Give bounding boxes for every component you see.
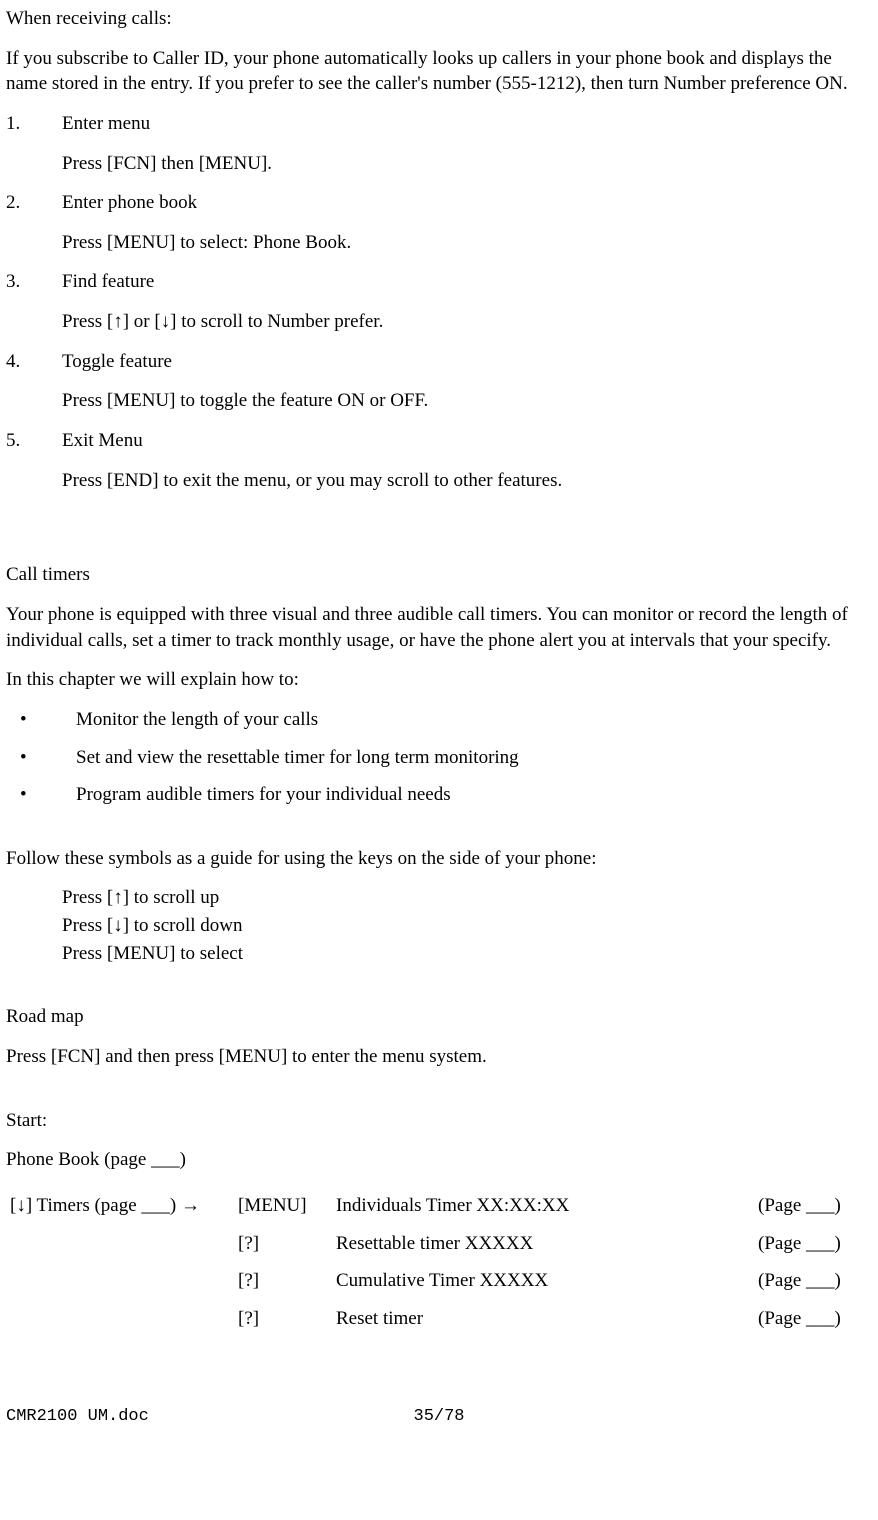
symbol-line: Press [↓] to scroll down [62, 913, 872, 939]
key-cell: [?] [234, 1300, 332, 1338]
bullet-text: Set and view the resettable timer for lo… [76, 745, 519, 771]
table-row: [?] Cumulative Timer XXXXX (Page ___) [6, 1262, 872, 1300]
key-cell: [MENU] [234, 1187, 332, 1225]
step-title: Enter menu [62, 111, 150, 137]
roadmap-title: Road map [6, 1004, 872, 1030]
step-4: 4. Toggle feature Press [MENU] to toggle… [6, 349, 872, 414]
bullet-text: Monitor the length of your calls [76, 707, 318, 733]
step-number: 3. [6, 269, 62, 295]
bullet-item: • Program audible timers for your indivi… [6, 782, 872, 808]
step-1: 1. Enter menu Press [FCN] then [MENU]. [6, 111, 872, 176]
page-cell: (Page ___) [754, 1262, 872, 1300]
key-cell: [?] [234, 1262, 332, 1300]
start-label: Start: [6, 1108, 872, 1134]
step-3: 3. Find feature Press [↑] or [↓] to scro… [6, 269, 872, 334]
section-1-intro: If you subscribe to Caller ID, your phon… [6, 46, 872, 97]
step-desc: Press [FCN] then [MENU]. [62, 151, 872, 177]
step-desc: Press [↑] or [↓] to scroll to Number pre… [62, 309, 872, 335]
page-cell: (Page ___) [754, 1225, 872, 1263]
footer-page-number: 35/78 [295, 1406, 584, 1429]
bullet-icon: • [6, 707, 76, 733]
step-desc: Press [END] to exit the menu, or you may… [62, 468, 872, 494]
step-number: 2. [6, 190, 62, 216]
step-title: Exit Menu [62, 428, 143, 454]
phonebook-line: Phone Book (page ___) [6, 1147, 872, 1173]
key-cell: [?] [234, 1225, 332, 1263]
bullet-icon: • [6, 782, 76, 808]
bullet-icon: • [6, 745, 76, 771]
bullet-item: • Monitor the length of your calls [6, 707, 872, 733]
bullet-item: • Set and view the resettable timer for … [6, 745, 872, 771]
step-title: Find feature [62, 269, 154, 295]
roadmap-intro: Press [FCN] and then press [MENU] to ent… [6, 1044, 872, 1070]
symbols-block: Press [↑] to scroll up Press [↓] to scro… [62, 885, 872, 966]
section-2-title: Call timers [6, 562, 872, 588]
explain-intro: In this chapter we will explain how to: [6, 667, 872, 693]
bullet-text: Program audible timers for your individu… [76, 782, 451, 808]
item-cell: Cumulative Timer XXXXX [332, 1262, 754, 1300]
step-desc: Press [MENU] to toggle the feature ON or… [62, 388, 872, 414]
step-number: 4. [6, 349, 62, 375]
table-row: [?] Reset timer (Page ___) [6, 1300, 872, 1338]
page-cell: (Page ___) [754, 1300, 872, 1338]
roadmap-table: [↓] Timers (page ___) → [MENU] Individua… [6, 1187, 872, 1338]
item-cell: Resettable timer XXXXX [332, 1225, 754, 1263]
symbol-line: Press [↑] to scroll up [62, 885, 872, 911]
step-number: 5. [6, 428, 62, 454]
section-2-intro: Your phone is equipped with three visual… [6, 602, 872, 653]
item-cell: Individuals Timer XX:XX:XX [332, 1187, 754, 1225]
footer-filename: CMR2100 UM.doc [6, 1406, 295, 1429]
section-1-steps: 1. Enter menu Press [FCN] then [MENU]. 2… [6, 111, 872, 493]
step-2: 2. Enter phone book Press [MENU] to sele… [6, 190, 872, 255]
chapter-bullets: • Monitor the length of your calls • Set… [6, 707, 872, 808]
section-1-title: When receiving calls: [6, 6, 872, 32]
page-cell: (Page ___) [754, 1187, 872, 1225]
symbol-line: Press [MENU] to select [62, 941, 872, 967]
page-footer: CMR2100 UM.doc 35/78 [6, 1406, 872, 1429]
nav-cell: [↓] Timers (page ___) → [6, 1187, 234, 1225]
item-cell: Reset timer [332, 1300, 754, 1338]
symbols-intro: Follow these symbols as a guide for usin… [6, 846, 872, 872]
step-desc: Press [MENU] to select: Phone Book. [62, 230, 872, 256]
step-title: Enter phone book [62, 190, 197, 216]
step-5: 5. Exit Menu Press [END] to exit the men… [6, 428, 872, 493]
table-row: [↓] Timers (page ___) → [MENU] Individua… [6, 1187, 872, 1225]
table-row: [?] Resettable timer XXXXX (Page ___) [6, 1225, 872, 1263]
step-title: Toggle feature [62, 349, 172, 375]
step-number: 1. [6, 111, 62, 137]
